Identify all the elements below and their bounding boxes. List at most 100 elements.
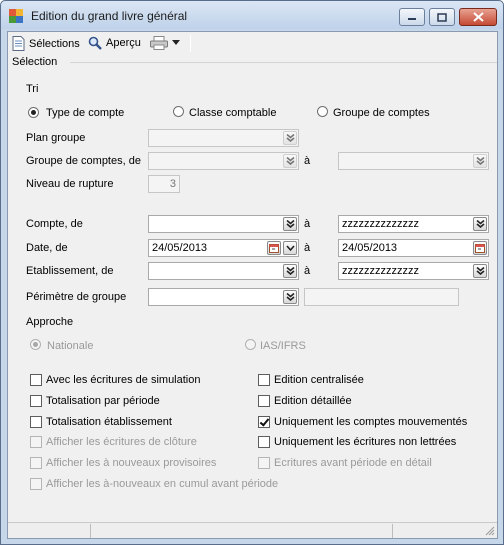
double-chevron-down-icon	[475, 157, 485, 165]
checkbox-comptes-mouvementes-label: Uniquement les comptes mouvementés	[274, 416, 468, 428]
minimize-icon	[408, 18, 416, 20]
date-from-dropdown-button[interactable]	[283, 241, 297, 255]
groupe-comptes-to-select	[338, 152, 489, 170]
checkbox-totalisation-etablissement[interactable]	[30, 416, 42, 428]
maximize-button[interactable]	[429, 8, 455, 26]
maximize-icon	[437, 12, 447, 22]
double-chevron-down-icon	[285, 134, 295, 142]
double-chevron-down-icon	[285, 157, 295, 165]
double-chevron-down-icon	[285, 267, 295, 275]
radio-type-de-compte-label: Type de compte	[46, 107, 125, 119]
approche-label: Approche	[26, 316, 74, 328]
checkbox-a-nouveaux-cumul-label: Afficher les à-nouveaux en cumul avant p…	[46, 478, 279, 490]
checkbox-ecritures-simulation[interactable]	[30, 374, 42, 386]
perimetre-description-field	[304, 288, 459, 306]
date-a-label: à	[304, 242, 311, 254]
checkbox-a-nouveaux-provisoires-label: Afficher les à nouveaux provisoires	[46, 457, 217, 469]
radio-type-de-compte[interactable]	[28, 107, 39, 118]
niveau-rupture-value: 3	[169, 178, 176, 190]
groupe-comptes-from-dropdown-button	[283, 154, 297, 168]
radio-classe-comptable-label: Classe comptable	[189, 107, 277, 119]
date-to-calendar-button[interactable]	[473, 241, 487, 255]
close-icon	[472, 12, 484, 22]
double-chevron-down-icon	[475, 267, 485, 275]
checkbox-ecritures-cloture-label: Afficher les écritures de clôture	[46, 436, 197, 448]
checkbox-edition-detaillee-label: Edition détaillée	[274, 395, 352, 407]
checkbox-totalisation-etablissement-label: Totalisation établissement	[46, 416, 172, 428]
groupe-comptes-a-label: à	[304, 155, 311, 167]
double-chevron-down-icon	[475, 220, 485, 228]
checkbox-ecritures-non-lettrees-label: Uniquement les écritures non lettrées	[274, 436, 457, 448]
compte-from-input[interactable]	[148, 215, 299, 233]
checkbox-totalisation-periode[interactable]	[30, 395, 42, 407]
groupe-comptes-label: Groupe de comptes, de	[26, 155, 141, 167]
resize-grip-icon[interactable]	[485, 526, 495, 536]
radio-ias-ifrs-label: IAS/IFRS	[260, 340, 306, 352]
report-window: Edition du grand livre général Sélection…	[0, 0, 504, 545]
checkbox-a-nouveaux-provisoires	[30, 457, 42, 469]
chevron-down-icon	[285, 245, 295, 251]
checkbox-a-nouveaux-cumul	[30, 478, 42, 490]
date-to-input[interactable]: 24/05/2013	[338, 239, 489, 257]
radio-groupe-de-comptes[interactable]	[317, 106, 328, 117]
double-chevron-down-icon	[285, 293, 295, 301]
selections-label: Sélections	[29, 37, 80, 50]
etablissement-from-dropdown-button[interactable]	[283, 264, 297, 278]
app-icon	[9, 9, 23, 23]
etablissement-to-value: zzzzzzzzzzzzzz	[342, 265, 419, 277]
plan-groupe-dropdown-button	[283, 131, 297, 145]
close-button[interactable]	[459, 8, 497, 26]
date-label: Date, de	[26, 242, 68, 254]
compte-to-value: zzzzzzzzzzzzzz	[342, 218, 419, 230]
checkbox-edition-centralisee[interactable]	[258, 374, 270, 386]
perimetre-select[interactable]	[148, 288, 299, 306]
checkbox-comptes-mouvementes[interactable]	[258, 416, 270, 428]
checkbox-totalisation-periode-label: Totalisation par période	[46, 395, 160, 407]
compte-label: Compte, de	[26, 218, 83, 230]
minimize-button[interactable]	[399, 8, 425, 26]
toolbar-divider	[190, 35, 191, 52]
compte-to-input[interactable]: zzzzzzzzzzzzzz	[338, 215, 489, 233]
checkbox-edition-detaillee[interactable]	[258, 395, 270, 407]
checkbox-ecritures-cloture	[30, 436, 42, 448]
group-divider	[70, 62, 497, 63]
groupe-comptes-from-select	[148, 152, 299, 170]
groupe-comptes-to-dropdown-button	[473, 154, 487, 168]
checkbox-ecritures-avant-periode	[258, 457, 270, 469]
chevron-down-icon[interactable]	[172, 40, 180, 46]
selection-group-label: Sélection	[12, 56, 58, 68]
calendar-icon	[475, 244, 485, 253]
etablissement-to-dropdown-button[interactable]	[473, 264, 487, 278]
apercu-label: Aperçu	[106, 37, 141, 49]
status-bar	[8, 522, 497, 538]
radio-nationale-label: Nationale	[47, 340, 94, 352]
compte-to-dropdown-button[interactable]	[473, 217, 487, 231]
plan-groupe-select	[148, 129, 299, 147]
etablissement-a-label: à	[304, 265, 311, 277]
calendar-icon	[269, 244, 279, 253]
apercu-button[interactable]: Aperçu	[88, 36, 141, 50]
radio-nationale	[30, 339, 41, 350]
title-bar[interactable]: Edition du grand livre général	[1, 1, 503, 29]
etablissement-from-input[interactable]	[148, 262, 299, 280]
print-button[interactable]	[150, 36, 180, 50]
compte-from-dropdown-button[interactable]	[283, 217, 297, 231]
window-title: Edition du grand livre général	[31, 9, 188, 23]
perimetre-dropdown-button[interactable]	[283, 290, 297, 304]
radio-groupe-de-comptes-label: Groupe de comptes	[333, 107, 430, 119]
checkbox-edition-centralisee-label: Edition centralisée	[274, 374, 364, 386]
radio-ias-ifrs	[245, 339, 256, 350]
plan-groupe-label: Plan groupe	[26, 132, 86, 144]
selections-button[interactable]: Sélections	[12, 36, 80, 51]
date-from-input[interactable]: 24/05/2013	[148, 239, 299, 257]
date-from-calendar-button[interactable]	[267, 241, 281, 255]
date-from-value: 24/05/2013	[152, 242, 208, 254]
checkbox-ecritures-non-lettrees[interactable]	[258, 436, 270, 448]
tri-label: Tri	[26, 83, 39, 95]
date-to-value: 24/05/2013	[342, 242, 398, 254]
etablissement-to-input[interactable]: zzzzzzzzzzzzzz	[338, 262, 489, 280]
magnifier-icon	[88, 36, 102, 50]
document-icon	[12, 36, 25, 51]
niveau-rupture-field: 3	[148, 175, 180, 193]
radio-classe-comptable[interactable]	[173, 106, 184, 117]
